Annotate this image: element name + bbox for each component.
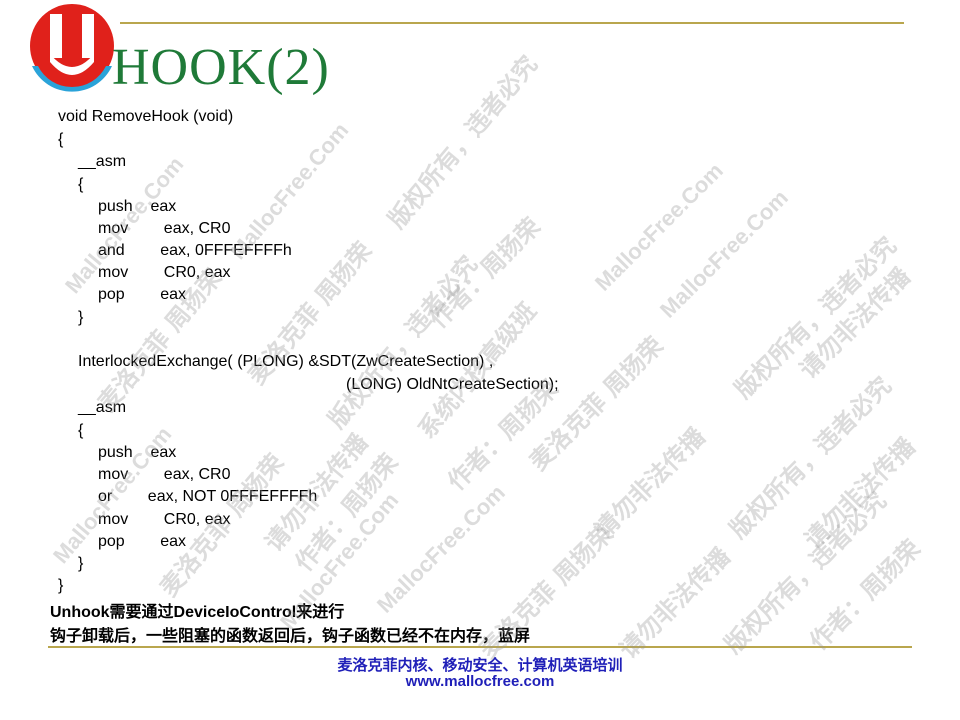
code-line: push eax [98,198,177,215]
code-line: { [78,176,84,193]
note-unhook: Unhook需要通过DeviceIoControl来进行 [50,604,345,621]
note-bluescreen: 钩子卸载后，一些阻塞的函数返回后，钩子函数已经不在内存，蓝屏 [50,628,531,645]
bottom-divider [48,646,912,648]
footer-title: 麦洛克菲内核、移动安全、计算机英语培训 [337,657,623,674]
code-line: InterlockedExchange( (PLONG) &SDT(ZwCrea… [78,353,494,370]
code-line: } [58,577,64,594]
code-line: { [58,131,64,148]
code-line: } [78,555,84,572]
code-line: mov eax, CR0 [98,220,231,237]
code-line: } [78,309,84,326]
code-line: pop eax [98,533,187,550]
code-line: or eax, NOT 0FFFEFFFFh [98,488,318,505]
code-line: mov eax, CR0 [98,466,231,483]
code-line: void RemoveHook (void) [58,108,234,125]
code-line: __asm [78,399,127,416]
code-line: push eax [98,444,177,461]
code-line: mov CR0, eax [98,264,231,281]
code-line: pop eax [98,286,187,303]
footer-link[interactable]: www.mallocfree.com [0,673,960,690]
code-line: __asm [78,153,127,170]
code-line: mov CR0, eax [98,511,231,528]
code-line: (LONG) OldNtCreateSection); [346,376,559,393]
code-line: { [78,422,84,439]
code-line: and eax, 0FFFEFFFFh [98,242,292,259]
